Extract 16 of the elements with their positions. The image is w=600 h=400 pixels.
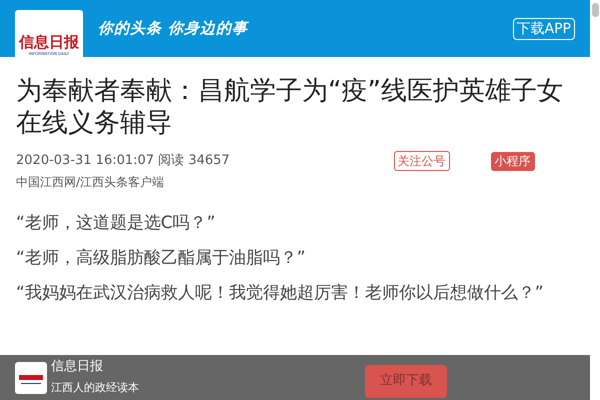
logo-icon (15, 362, 47, 394)
download-app-button[interactable]: 下载APP (512, 18, 575, 40)
article-title: 为奉献者奉献：昌航学子为“疫”线医护英雄子女在线义务辅导 (16, 75, 564, 139)
article-meta: 2020-03-31 16:01:07 阅读 34657 (16, 152, 230, 170)
article-source: 中国江西网/江西头条客户端 (16, 174, 166, 191)
paragraph: “我妈妈在武汉治病救人呢！我觉得她超厉害！老师你以后想做什么？” (16, 282, 545, 305)
logo-title: 信息日报 (19, 33, 79, 51)
paragraph: “老师，高级脂肪酸乙酯属于油脂吗？” (16, 247, 307, 270)
paragraph: “老师，这道题是选C吗？” (16, 212, 216, 235)
scrollbar-thumb[interactable] (592, 3, 598, 17)
slogan: 你的头条 你身边的事 (98, 18, 248, 40)
download-now-button[interactable]: 立即下载 (365, 364, 447, 398)
follow-tag[interactable]: 关注公号 (394, 151, 450, 171)
app-name: 信息日报 (51, 358, 104, 376)
miniprogram-tag[interactable]: 小程序 (490, 152, 535, 170)
app-tagline: 江西人的政经读本 (51, 380, 139, 396)
